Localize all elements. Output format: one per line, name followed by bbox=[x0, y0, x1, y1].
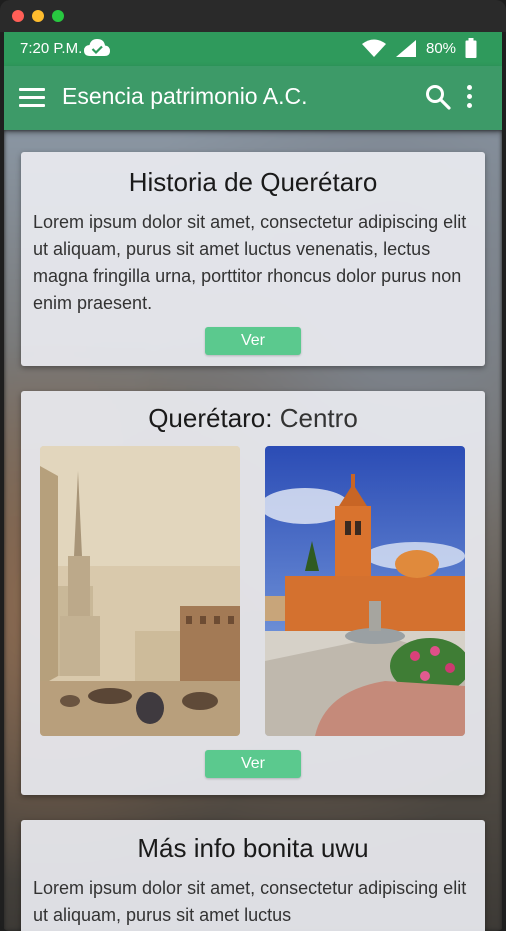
ver-button[interactable]: Ver bbox=[205, 750, 301, 778]
card-title-main: Querétaro: bbox=[148, 403, 273, 433]
card-centro: Querétaro: Centro Ver bbox=[21, 391, 485, 795]
minimize-window-button[interactable] bbox=[32, 10, 44, 22]
card-title: Más info bonita uwu bbox=[137, 833, 369, 863]
status-time: 7:20 P.M. bbox=[20, 40, 83, 57]
app-title: Esencia patrimonio A.C. bbox=[62, 83, 308, 109]
card-title: Querétaro: Centro bbox=[21, 403, 485, 434]
window-titlebar bbox=[0, 0, 506, 32]
cloud-check-icon bbox=[84, 39, 110, 56]
app-bar: Esencia patrimonio A.C. bbox=[4, 66, 502, 130]
search-icon[interactable] bbox=[425, 84, 451, 110]
temple-plaza-photo[interactable] bbox=[265, 446, 465, 736]
ver-button[interactable]: Ver bbox=[205, 327, 301, 355]
card-text: Lorem ipsum dolor sit amet, consectetur … bbox=[33, 212, 467, 313]
maximize-window-button[interactable] bbox=[52, 10, 64, 22]
card-text: Lorem ipsum dolor sit amet, consectetur … bbox=[33, 878, 467, 925]
status-bar: 7:20 P.M. 80% bbox=[4, 32, 502, 66]
more-options-icon[interactable] bbox=[467, 85, 473, 112]
card-historia: Historia de Querétaro Lorem ipsum dolor … bbox=[21, 152, 485, 366]
battery-icon bbox=[465, 38, 477, 58]
window-frame: 7:20 P.M. 80% Esencia patrimonio A.C. Hi… bbox=[0, 0, 506, 931]
card-title: Historia de Querétaro bbox=[128, 167, 378, 197]
card-title-sub: Centro bbox=[279, 403, 358, 433]
signal-icon bbox=[396, 40, 416, 57]
wifi-icon bbox=[362, 39, 386, 57]
phone-screen: 7:20 P.M. 80% Esencia patrimonio A.C. Hi… bbox=[4, 32, 502, 931]
close-window-button[interactable] bbox=[12, 10, 24, 22]
battery-percentage: 80% bbox=[426, 40, 457, 57]
card-mas-info: Más info bonita uwu Lorem ipsum dolor si… bbox=[21, 820, 485, 931]
historic-street-illustration[interactable] bbox=[40, 446, 240, 736]
hamburger-menu-icon[interactable] bbox=[19, 88, 45, 108]
